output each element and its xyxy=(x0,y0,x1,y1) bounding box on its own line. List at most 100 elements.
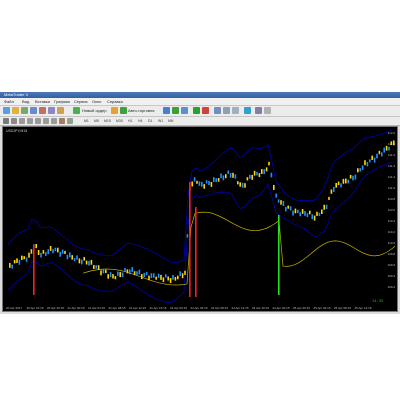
candle xyxy=(145,271,148,276)
candle xyxy=(162,277,165,283)
green-spike-bar xyxy=(278,215,280,295)
candle xyxy=(318,212,321,216)
candle xyxy=(316,211,318,216)
candle xyxy=(18,259,21,265)
drawing-toolbar: M1 M5 M15 M30 H1 H4 D1 W1 MN xyxy=(0,117,400,126)
timeframe-h1[interactable]: H1 xyxy=(128,118,132,124)
candle xyxy=(165,274,167,278)
candle xyxy=(361,165,364,170)
candle xyxy=(35,244,37,249)
tile-windows-icon[interactable] xyxy=(214,107,221,114)
terminal-icon[interactable] xyxy=(48,107,55,114)
timeframe-h4[interactable]: H4 xyxy=(138,118,142,124)
candle xyxy=(138,269,141,275)
candle xyxy=(220,173,222,179)
candle xyxy=(222,175,225,181)
crosshair-icon[interactable] xyxy=(11,117,17,124)
candle xyxy=(383,147,385,153)
menu-file[interactable]: Файл xyxy=(4,99,14,104)
metaeditor-icon[interactable] xyxy=(111,107,118,114)
channel-icon[interactable] xyxy=(43,117,49,124)
menu-tools[interactable]: Сервис xyxy=(74,99,88,104)
candle xyxy=(364,160,366,166)
candle xyxy=(325,204,328,210)
menu-charts[interactable]: Графики xyxy=(54,99,70,104)
candle xyxy=(376,153,378,159)
navigator-icon[interactable] xyxy=(39,107,46,114)
data-window-icon[interactable] xyxy=(30,107,37,114)
templates-icon[interactable] xyxy=(264,107,271,114)
candle xyxy=(172,274,174,280)
time-tick-label: 24 Apr 00:15 xyxy=(170,306,188,310)
candlestick-icon[interactable] xyxy=(172,107,179,114)
new-order-icon[interactable] xyxy=(73,107,80,114)
trendline-icon[interactable] xyxy=(35,117,41,124)
candle xyxy=(105,269,107,274)
candle xyxy=(109,272,112,278)
candle xyxy=(304,210,306,216)
candle xyxy=(143,272,145,278)
timeframe-mn[interactable]: MN xyxy=(168,118,173,124)
candle xyxy=(177,275,179,280)
autotrade-icon[interactable] xyxy=(120,107,127,114)
profiles-icon[interactable] xyxy=(12,107,19,114)
menu-bar: Файл Вид Вставка Графики Сервис Окно Спр… xyxy=(0,98,400,106)
menu-insert[interactable]: Вставка xyxy=(35,99,50,104)
timeframe-m1[interactable]: M1 xyxy=(84,118,89,124)
timeframe-m15[interactable]: M15 xyxy=(104,118,111,124)
text-icon[interactable] xyxy=(59,117,65,124)
menu-help[interactable]: Справка xyxy=(107,99,123,104)
autotrade-button[interactable]: Авто-торговля xyxy=(128,107,154,114)
candle xyxy=(196,180,198,184)
fibonacci-icon[interactable] xyxy=(51,117,57,124)
time-tick-label: 24 Apr 16:15 xyxy=(252,306,270,310)
price-tick-label: 109.2 xyxy=(387,285,395,289)
zoom-in-icon[interactable] xyxy=(193,107,200,114)
candle xyxy=(366,161,369,167)
price-chart[interactable]: USDJPY,M15 14 : 33 112.0 111.8 111.6 111.4 1… xyxy=(2,126,398,312)
new-order-button[interactable]: Новый ордер xyxy=(82,107,107,114)
bar-chart-icon[interactable] xyxy=(163,107,170,114)
timeframe-m30[interactable]: M30 xyxy=(116,118,123,124)
market-watch-icon[interactable] xyxy=(21,107,28,114)
candle xyxy=(311,214,313,220)
candle xyxy=(299,212,301,217)
candle xyxy=(275,193,277,198)
candle xyxy=(313,215,316,221)
price-tick-label: 110.2 xyxy=(387,230,395,234)
horizontal-line-icon[interactable] xyxy=(27,117,33,124)
timeframe-w1[interactable]: W1 xyxy=(158,118,163,124)
candle xyxy=(239,182,241,187)
cursor-icon[interactable] xyxy=(3,117,9,124)
new-chart-icon[interactable] xyxy=(3,107,10,114)
tester-icon[interactable] xyxy=(57,107,64,114)
chart-shift-icon[interactable] xyxy=(232,107,239,114)
line-chart-icon[interactable] xyxy=(181,107,188,114)
time-tick-label: 21 Apr 08:15 xyxy=(108,306,126,310)
menu-window[interactable]: Окно xyxy=(92,99,101,104)
candle xyxy=(40,252,42,258)
periods-icon[interactable] xyxy=(255,107,262,114)
candle xyxy=(309,210,311,215)
arrows-icon[interactable] xyxy=(67,117,73,124)
timeframe-m5[interactable]: M5 xyxy=(94,118,99,124)
candle xyxy=(253,170,256,176)
candle xyxy=(42,250,45,254)
candle xyxy=(354,174,357,180)
vertical-line-icon[interactable] xyxy=(19,117,25,124)
candle xyxy=(121,272,124,278)
candle xyxy=(119,272,121,278)
candle xyxy=(381,152,383,157)
candle xyxy=(263,169,265,175)
autoscroll-icon[interactable] xyxy=(223,107,230,114)
indicators-icon[interactable] xyxy=(244,107,251,114)
candle xyxy=(213,177,215,182)
candle xyxy=(169,278,172,283)
candle xyxy=(270,172,273,178)
menu-view[interactable]: Вид xyxy=(22,99,29,104)
candle xyxy=(289,206,292,211)
timeframe-d1[interactable]: D1 xyxy=(148,118,152,124)
zoom-out-icon[interactable] xyxy=(202,107,209,114)
candle xyxy=(203,184,205,189)
candle xyxy=(349,174,352,179)
